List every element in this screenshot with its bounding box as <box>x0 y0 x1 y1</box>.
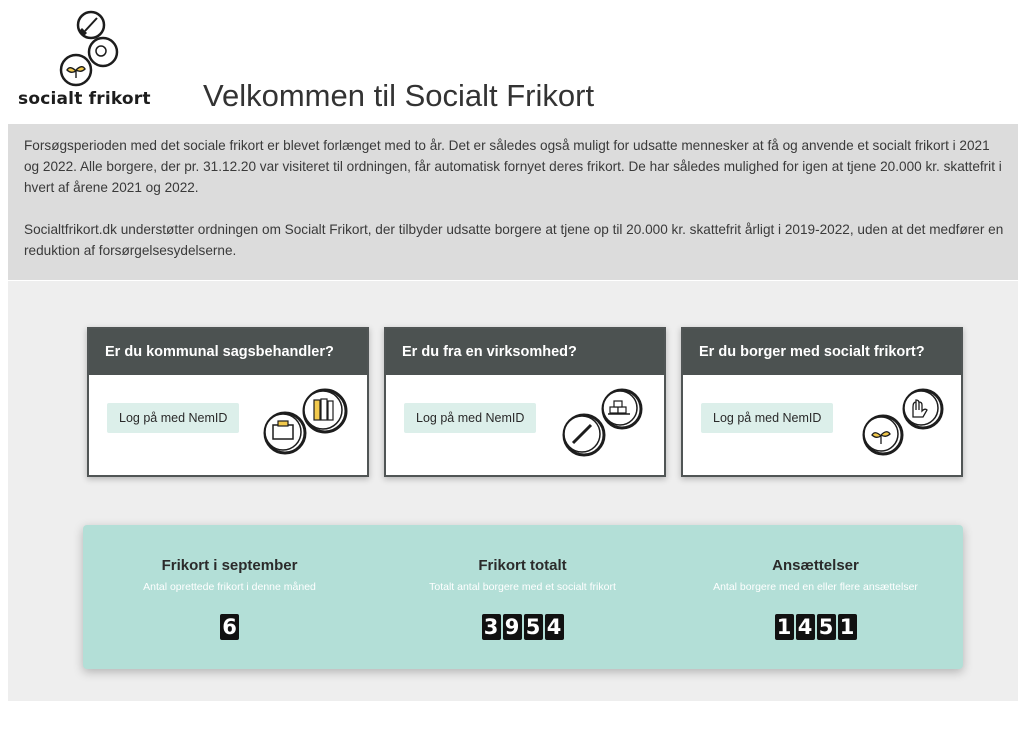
intro-paragraph-1: Forsøgsperioden med det sociale frikort … <box>24 138 1002 195</box>
stat-subtitle: Totalt antal borgere med et socialt frik… <box>429 581 616 593</box>
stat-title: Frikort totalt <box>478 557 567 574</box>
boxes-cart-icon <box>562 388 643 457</box>
counter-digit: 1 <box>837 614 857 640</box>
nemid-login-button-sagsbehandler[interactable]: Log på med NemID <box>107 403 240 433</box>
card-borger: Er du borger med socialt frikort? Log på… <box>681 327 963 477</box>
counter-digit: 6 <box>220 614 239 640</box>
stat-title: Ansættelser <box>772 557 859 574</box>
card-sagsbehandler: Er du kommunal sagsbehandler? Log på med… <box>87 327 369 477</box>
intro-panel: Forsøgsperioden med det sociale frikort … <box>8 124 1018 280</box>
stat-counter: 3954 <box>376 614 669 640</box>
stat-counter: 6 <box>83 614 376 640</box>
counter-digit: 4 <box>544 614 564 640</box>
counter-digit: 3 <box>481 614 501 640</box>
stats-panel: Frikort i september Antal oprettede frik… <box>83 525 963 669</box>
stat-ansaettelser: Ansættelser Antal borgere med en eller f… <box>669 525 962 640</box>
card-virksomhed: Er du fra en virksomhed? Log på med NemI… <box>384 327 666 477</box>
counter-digit: 4 <box>795 614 815 640</box>
stat-subtitle: Antal borgere med en eller flere ansætte… <box>713 581 918 593</box>
folders-icon <box>263 388 348 455</box>
intro-paragraph-2: Socialtfrikort.dk understøtter ordningen… <box>24 222 1004 258</box>
gloves-icon <box>862 388 944 456</box>
nemid-login-button-borger[interactable]: Log på med NemID <box>701 403 834 433</box>
stat-frikort-september: Frikort i september Antal oprettede frik… <box>83 525 376 640</box>
counter-digit: 5 <box>523 614 543 640</box>
stat-subtitle: Antal oprettede frikort i denne måned <box>143 581 316 593</box>
card-title: Er du kommunal sagsbehandler? <box>89 329 367 375</box>
page-title: Velkommen til Socialt Frikort <box>203 78 595 113</box>
card-title: Er du fra en virksomhed? <box>386 329 664 375</box>
main-area: Er du kommunal sagsbehandler? Log på med… <box>8 281 1018 701</box>
header: socialt frikort Velkommen til Socialt Fr… <box>0 0 1026 124</box>
counter-digit: 5 <box>816 614 836 640</box>
stat-title: Frikort i september <box>161 557 298 574</box>
logo-text: socialt frikort <box>18 89 151 109</box>
stat-counter: 1451 <box>669 614 962 640</box>
nemid-login-button-virksomhed[interactable]: Log på med NemID <box>404 403 537 433</box>
stat-frikort-totalt: Frikort totalt Totalt antal borgere med … <box>376 525 669 640</box>
card-title: Er du borger med socialt frikort? <box>683 329 961 375</box>
counter-digit: 9 <box>502 614 522 640</box>
counter-digit: 1 <box>774 614 794 640</box>
